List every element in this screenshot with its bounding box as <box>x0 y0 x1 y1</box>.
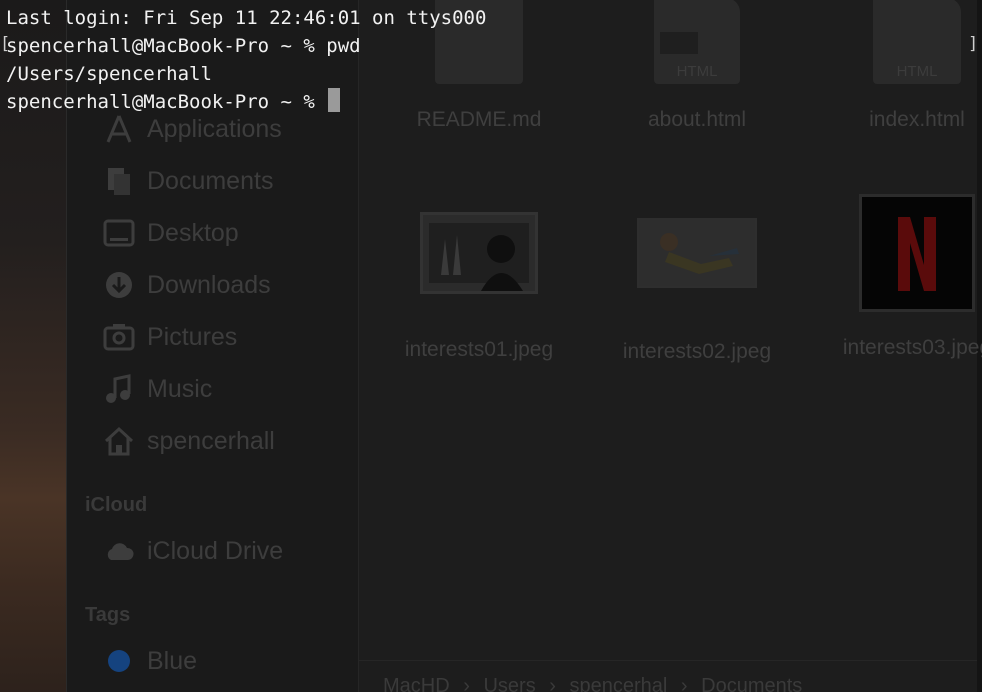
terminal-line-output: /Users/spencerhall <box>6 63 212 85</box>
terminal-line-login: Last login: Fri Sep 11 22:46:01 on ttys0… <box>6 7 487 29</box>
screen: Applications Documents Desktop Downloads <box>0 0 982 692</box>
selection-bracket-left: [ <box>0 34 11 54</box>
terminal-line-command: spencerhall@MacBook-Pro ~ % pwd <box>6 35 361 57</box>
selection-bracket-right: ] <box>968 34 979 54</box>
terminal-cursor <box>328 88 341 112</box>
terminal-line-prompt[interactable]: spencerhall@MacBook-Pro ~ % <box>6 88 982 116</box>
terminal-window[interactable]: Last login: Fri Sep 11 22:46:01 on ttys0… <box>0 0 982 692</box>
terminal-prompt: spencerhall@MacBook-Pro ~ % <box>6 91 327 113</box>
